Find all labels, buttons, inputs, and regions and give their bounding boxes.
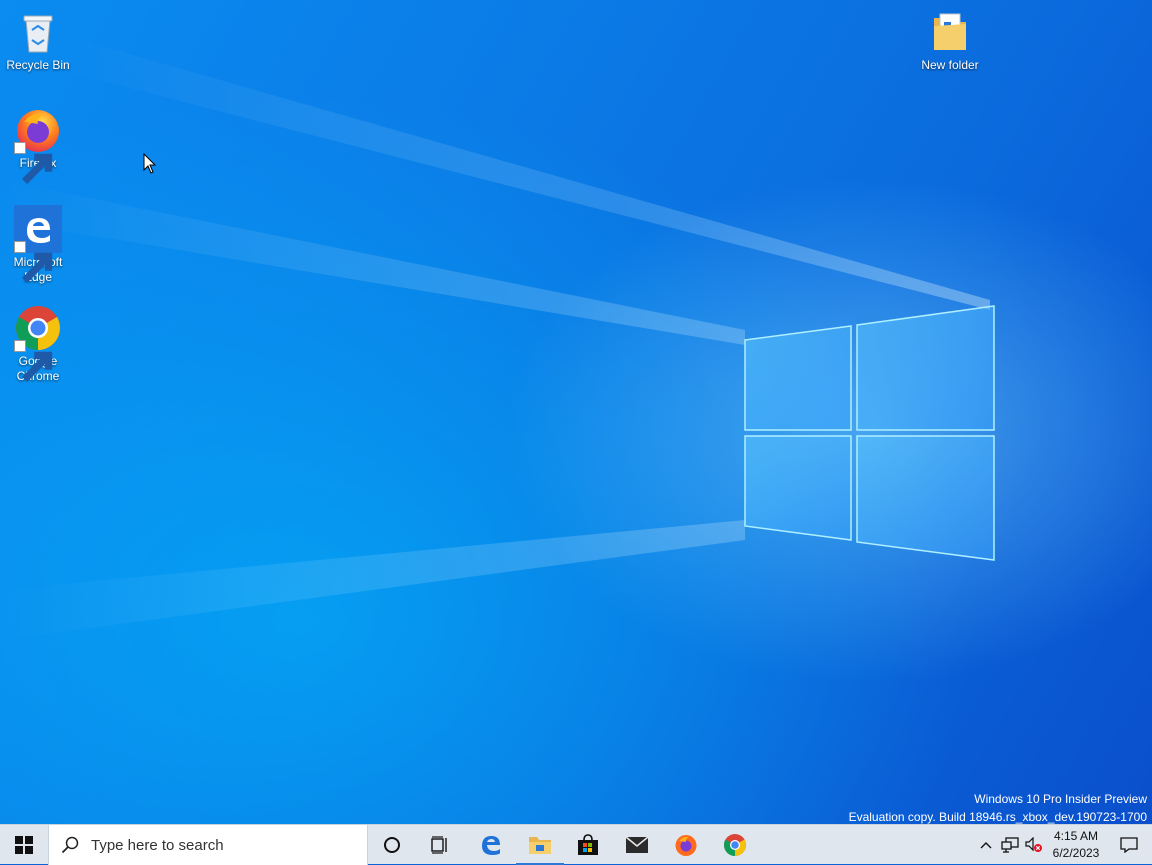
cortana-icon	[384, 837, 400, 853]
taskbar-store-button[interactable]	[564, 825, 612, 865]
taskbar-edge-button[interactable]	[467, 825, 515, 865]
search-input[interactable]	[89, 835, 353, 855]
file-explorer-icon	[529, 837, 551, 854]
desktop-icon-label: New folder	[921, 58, 979, 72]
windows-logo-wallpaper	[744, 305, 995, 561]
notification-icon	[1120, 837, 1138, 853]
clock-date: 6/2/2023	[1052, 846, 1100, 860]
firefox-icon	[14, 106, 62, 184]
show-hidden-icons-button[interactable]	[974, 825, 998, 865]
taskbar: 4:15 AM 6/2/2023	[0, 824, 1152, 865]
store-icon	[578, 834, 598, 855]
desktop-icon-google-chrome[interactable]: Google Chrome	[1, 304, 75, 384]
evaluation-watermark: Windows 10 Pro Insider Preview Evaluatio…	[849, 790, 1147, 824]
desktop-icon-new-folder[interactable]: New folder	[913, 8, 987, 73]
start-icon	[15, 836, 33, 854]
volume-button[interactable]	[1022, 825, 1046, 865]
watermark-line-1: Windows 10 Pro Insider Preview	[974, 792, 1147, 806]
recycle-bin-icon	[14, 8, 62, 56]
desktop-icon-microsoft-edge[interactable]: Microsoft Edge	[1, 205, 75, 285]
desktop-icon-recycle-bin[interactable]: Recycle Bin	[1, 8, 75, 73]
cortana-button[interactable]	[368, 825, 416, 865]
edge-icon	[482, 836, 500, 855]
mail-icon	[625, 836, 649, 853]
shortcut-arrow-icon	[14, 142, 53, 184]
network-button[interactable]	[998, 825, 1022, 865]
taskbar-mail-button[interactable]	[613, 825, 661, 865]
taskbar-firefox-button[interactable]	[662, 825, 710, 865]
taskbar-search-box[interactable]	[48, 825, 368, 865]
task-view-button[interactable]	[416, 825, 464, 865]
taskbar-clock[interactable]: 4:15 AM 6/2/2023	[1046, 828, 1106, 862]
folder-icon	[926, 8, 974, 56]
edge-icon	[14, 205, 62, 283]
mouse-cursor-icon	[143, 153, 157, 174]
watermark-line-2: Evaluation copy. Build 18946.rs_xbox_dev…	[848, 810, 1147, 824]
shortcut-arrow-icon	[14, 340, 53, 382]
start-button[interactable]	[0, 825, 48, 865]
taskbar-chrome-button[interactable]	[711, 825, 759, 865]
search-icon	[61, 836, 79, 854]
firefox-icon	[675, 835, 697, 856]
shortcut-arrow-icon	[14, 241, 53, 283]
task-view-icon	[431, 836, 447, 854]
action-center-button[interactable]	[1106, 825, 1152, 865]
clock-time: 4:15 AM	[1053, 829, 1099, 843]
system-tray: 4:15 AM 6/2/2023	[974, 825, 1152, 865]
chrome-icon	[724, 834, 746, 856]
volume-muted-icon	[1025, 837, 1042, 852]
desktop-icon-label: Recycle Bin	[6, 58, 70, 72]
network-icon	[1001, 837, 1019, 853]
desktop-icon-firefox[interactable]: Firefox	[1, 106, 75, 184]
taskbar-file-explorer-button[interactable]	[516, 825, 564, 865]
chrome-icon	[14, 304, 62, 382]
chevron-up-icon	[980, 842, 992, 849]
desktop: Recycle Bin Firefox Microsoft Edge Googl…	[0, 0, 1152, 824]
